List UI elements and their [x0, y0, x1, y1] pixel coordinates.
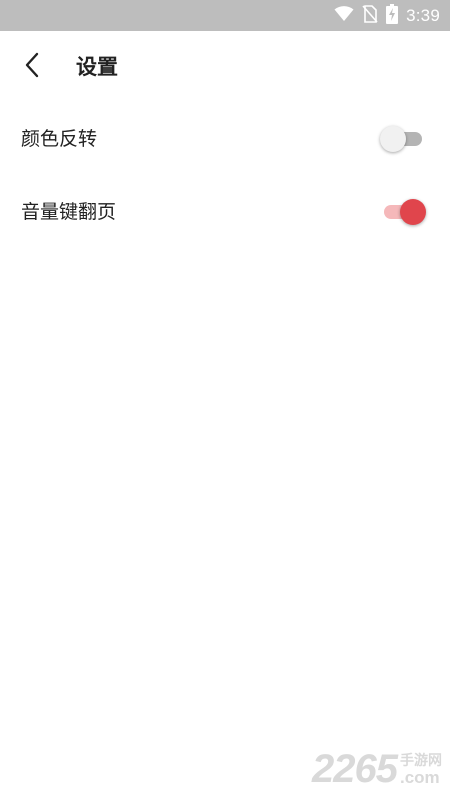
watermark-logo: 2265 手游网 .com	[312, 749, 442, 789]
no-sim-icon	[362, 4, 378, 27]
settings-page: 3:39 设置 颜色反转 音量键翻页 2265 手游网 .com	[0, 0, 450, 799]
app-bar: 设置	[0, 31, 450, 103]
volume-key-page-turn-toggle[interactable]	[380, 198, 426, 226]
chevron-left-icon	[24, 52, 40, 82]
toggle-thumb	[380, 126, 406, 152]
status-time: 3:39	[406, 5, 440, 25]
status-icons: 3:39	[334, 0, 440, 31]
status-bar: 3:39	[0, 0, 450, 31]
watermark-suffix: 手游网 .com	[400, 753, 442, 786]
setting-label-invert-colors: 颜色反转	[21, 128, 98, 150]
watermark-com: .com	[400, 768, 440, 787]
setting-row-invert-colors: 颜色反转	[0, 111, 450, 167]
page-title: 设置	[76, 55, 118, 79]
back-button[interactable]	[14, 51, 50, 83]
battery-charging-icon	[386, 3, 399, 28]
setting-label-volume-key-page-turn: 音量键翻页	[21, 201, 117, 223]
watermark-cn: 手游网	[400, 753, 442, 769]
watermark-number: 2265	[312, 747, 398, 791]
invert-colors-toggle[interactable]	[380, 125, 426, 153]
toggle-thumb	[400, 199, 426, 225]
wifi-icon	[334, 5, 354, 26]
setting-row-volume-key-page-turn: 音量键翻页	[0, 184, 450, 240]
